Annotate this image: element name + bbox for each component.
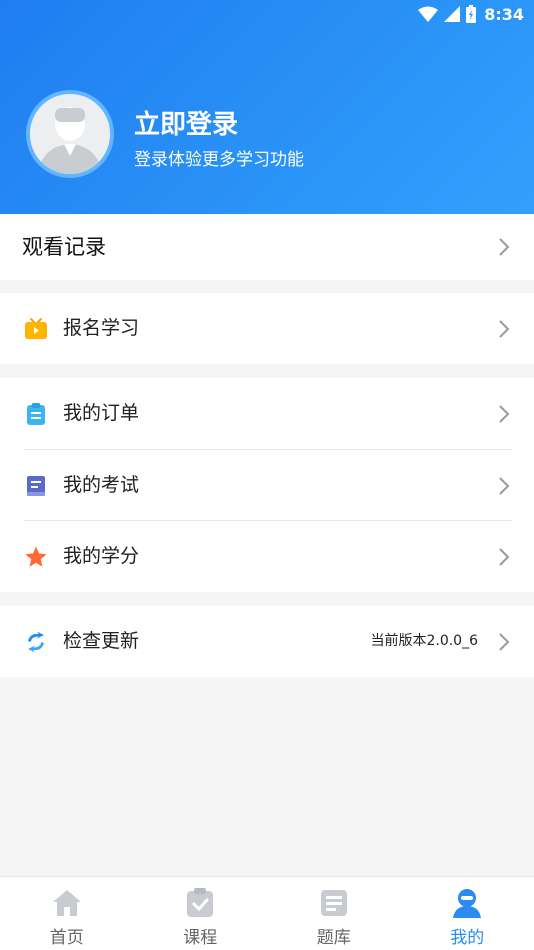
clipboard-icon: [27, 403, 45, 425]
status-bar: 8:34: [0, 0, 534, 28]
default-avatar-icon: [30, 94, 110, 174]
update-row[interactable]: 检查更新 当前版本2.0.0_6: [0, 606, 534, 677]
nav-profile-label: 我的: [450, 928, 485, 948]
history-label: 观看记录: [22, 235, 106, 259]
bottom-nav: 首页 课程 题库 我的: [0, 876, 534, 950]
update-label: 检查更新: [63, 630, 140, 652]
exams-label: 我的考试: [63, 474, 140, 496]
nav-profile[interactable]: 我的: [401, 877, 534, 950]
credits-label: 我的学分: [63, 545, 140, 567]
tv-icon: [25, 318, 47, 339]
chevron-right-icon: [499, 405, 510, 423]
nav-question-bank-label: 题库: [316, 928, 351, 948]
chevron-right-icon: [499, 633, 510, 651]
chevron-right-icon: [499, 238, 510, 256]
login-subtitle: 登录体验更多学习功能: [134, 150, 304, 170]
refresh-icon: [28, 631, 44, 653]
update-section: 检查更新 当前版本2.0.0_6: [0, 606, 534, 677]
book-icon: [27, 476, 45, 496]
course-icon: [187, 888, 214, 917]
question-bank-icon: [320, 890, 347, 916]
star-icon: [25, 546, 47, 567]
home-icon: [52, 890, 81, 916]
enroll-section: 报名学习: [0, 293, 534, 364]
exams-row[interactable]: 我的考试: [0, 450, 534, 521]
chevron-right-icon: [499, 477, 510, 495]
version-text: 当前版本2.0.0_6: [370, 633, 478, 649]
enroll-label: 报名学习: [63, 317, 140, 339]
enroll-row[interactable]: 报名学习: [0, 293, 534, 364]
status-time: 8:34: [484, 4, 524, 24]
orders-row[interactable]: 我的订单: [0, 378, 534, 449]
profile-icon: [453, 889, 482, 918]
profile-header: 8:34 立即登录 登录体验更多学习功能: [0, 0, 534, 214]
nav-home-label: 首页: [49, 928, 84, 948]
avatar[interactable]: [26, 90, 114, 178]
chevron-right-icon: [499, 548, 510, 566]
credits-row[interactable]: 我的学分: [0, 521, 534, 592]
nav-course-label: 课程: [183, 928, 218, 948]
my-section: 我的订单 我的考试 我的学分: [0, 378, 534, 592]
chevron-right-icon: [499, 320, 510, 338]
orders-label: 我的订单: [63, 402, 140, 424]
signal-icon: [444, 6, 461, 22]
login-title[interactable]: 立即登录: [134, 104, 238, 141]
nav-home[interactable]: 首页: [0, 877, 134, 950]
history-row[interactable]: 观看记录: [0, 214, 534, 280]
nav-question-bank[interactable]: 题库: [267, 877, 401, 950]
wifi-icon: [418, 6, 439, 22]
battery-icon: [466, 5, 477, 23]
nav-course[interactable]: 课程: [134, 877, 268, 950]
